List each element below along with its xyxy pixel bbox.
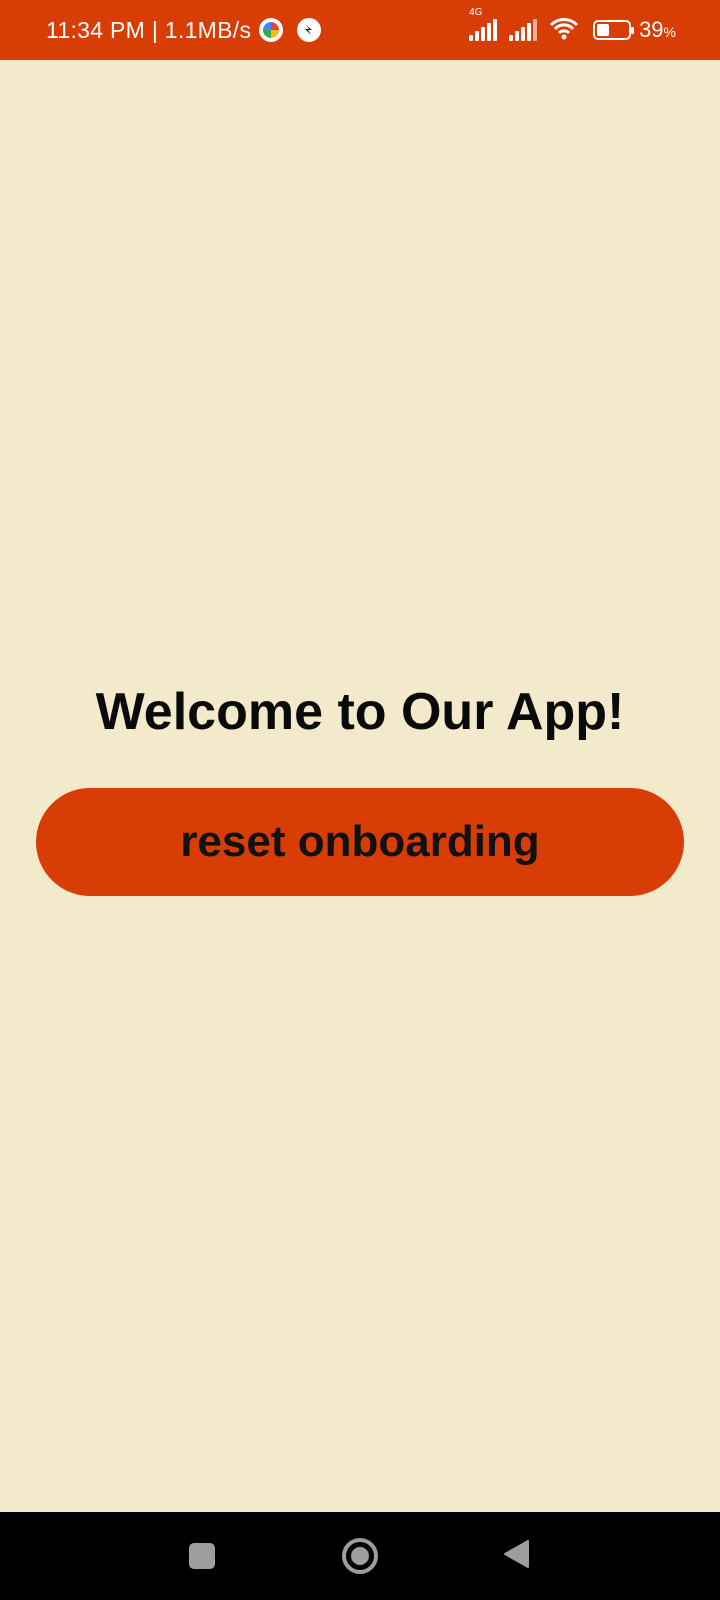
home-button[interactable] — [330, 1526, 390, 1586]
battery-icon — [593, 20, 635, 40]
welcome-title: Welcome to Our App! — [95, 683, 625, 741]
back-icon — [502, 1539, 530, 1574]
app-notification-icon — [297, 18, 322, 42]
home-icon — [342, 1538, 378, 1574]
battery-percent: 39% — [639, 17, 676, 42]
recents-icon — [189, 1543, 215, 1569]
reset-onboarding-button[interactable]: reset onboarding — [36, 788, 684, 896]
network-type-label: 4G — [469, 7, 483, 18]
back-button[interactable] — [486, 1526, 546, 1586]
recents-button[interactable] — [172, 1526, 232, 1586]
wifi-icon — [549, 16, 579, 45]
status-time-speed: 11:34 PM | 1.1MB/s — [46, 16, 252, 43]
signal-2-icon — [507, 19, 538, 41]
battery-fill — [597, 24, 609, 36]
signal-icon: 4G — [467, 7, 498, 41]
status-bar: 11:34 PM | 1.1MB/s 4G 39% — [0, 0, 720, 60]
pinwheel-icon — [259, 18, 284, 42]
navigation-bar — [0, 1512, 720, 1600]
